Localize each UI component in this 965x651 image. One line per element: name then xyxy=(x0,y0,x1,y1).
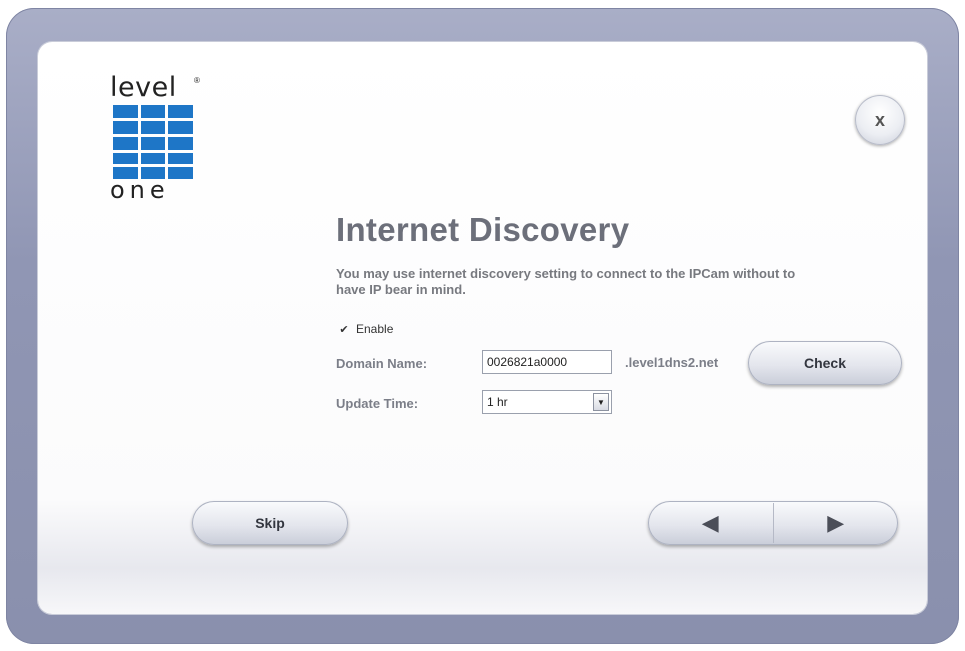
domain-name-label: Domain Name: xyxy=(336,356,428,371)
enable-checkbox-row[interactable]: ✔ Enable xyxy=(338,322,393,336)
wizard-nav-group: ◀ ▶ xyxy=(648,501,898,545)
update-time-label: Update Time: xyxy=(336,396,419,411)
update-time-select[interactable]: 1 hr ▼ xyxy=(482,390,612,414)
enable-label: Enable xyxy=(356,322,394,336)
page-title: Internet Discovery xyxy=(336,211,630,248)
arrow-left-icon: ◀ xyxy=(701,510,719,535)
skip-button-label: Skip xyxy=(255,515,285,531)
dropdown-arrow-icon[interactable]: ▼ xyxy=(593,393,609,411)
domain-suffix: .level1dns2.net xyxy=(625,355,719,370)
page-description: You may use internet discovery setting t… xyxy=(336,266,796,297)
arrow-right-icon: ▶ xyxy=(827,510,845,535)
previous-button[interactable]: ◀ xyxy=(648,501,773,545)
logo-bottom-text: one xyxy=(110,176,170,204)
check-button-label: Check xyxy=(803,355,847,371)
enable-checkbox[interactable]: ✔ xyxy=(338,323,350,336)
close-button[interactable]: x xyxy=(855,95,905,145)
next-button[interactable]: ▶ xyxy=(774,501,899,545)
levelone-logo: level ® one xyxy=(110,72,200,204)
skip-button[interactable]: Skip xyxy=(192,501,348,545)
close-icon: x xyxy=(874,109,885,130)
logo-registered-mark: ® xyxy=(194,76,200,85)
logo-top-text: level xyxy=(110,72,177,103)
check-button[interactable]: Check xyxy=(748,341,902,385)
logo-grid-icon xyxy=(113,105,193,179)
update-time-value: 1 hr xyxy=(487,395,508,409)
domain-name-input[interactable] xyxy=(482,350,612,374)
